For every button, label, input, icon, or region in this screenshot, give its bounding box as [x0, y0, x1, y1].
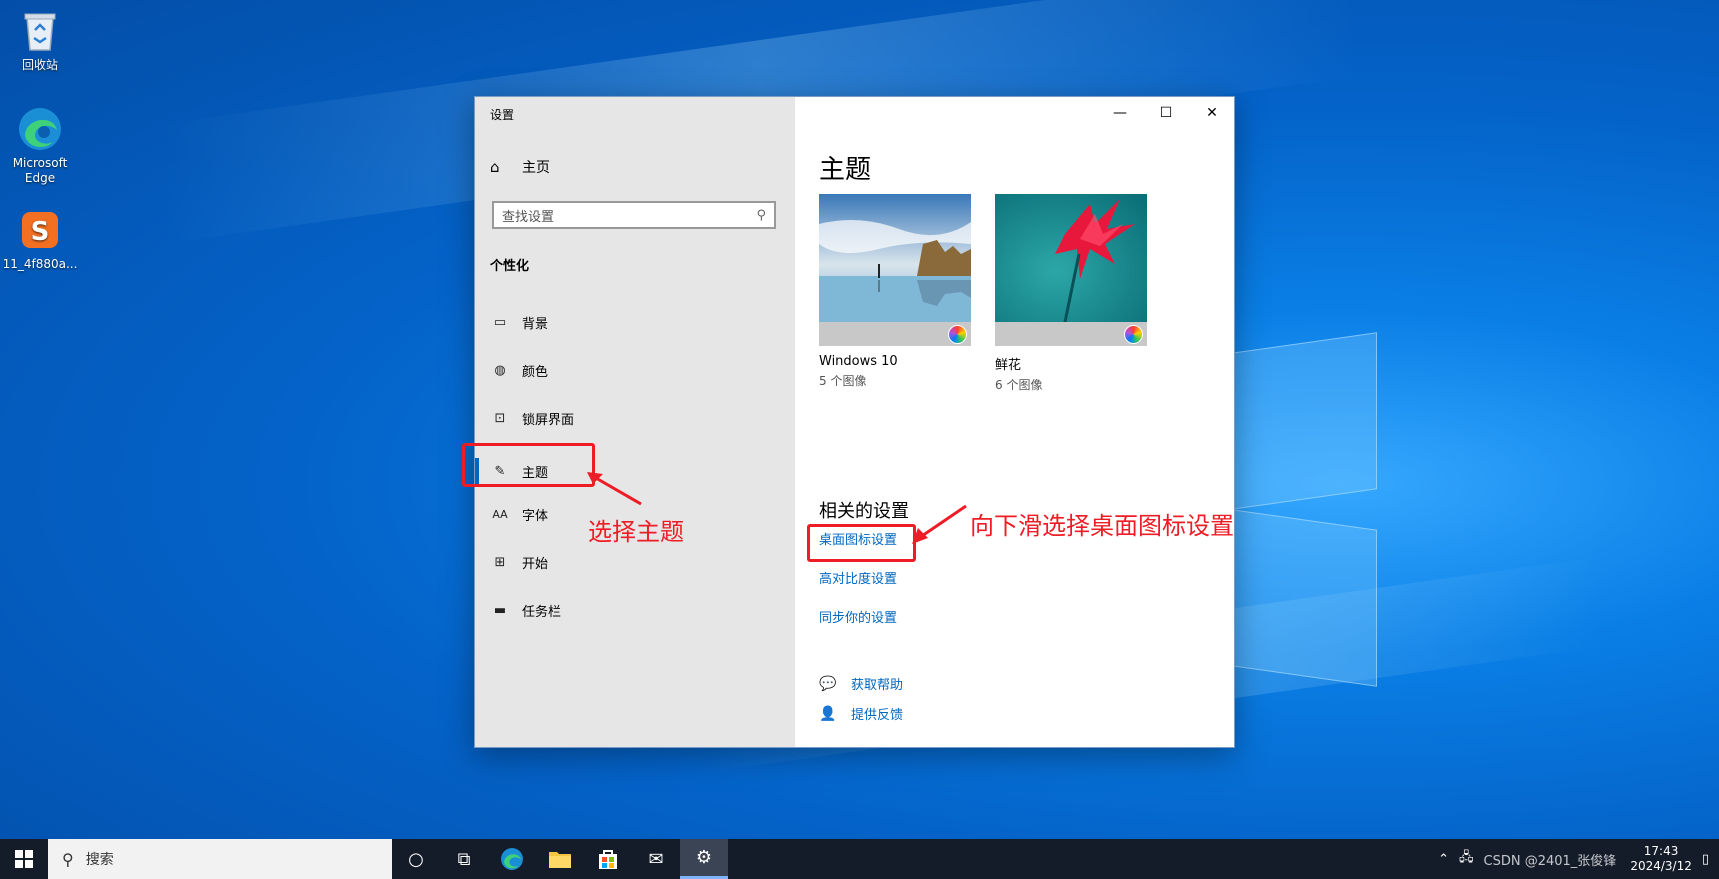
lock-screen-icon: ⊡ [494, 410, 506, 426]
related-settings-heading: 相关的设置 [819, 501, 909, 522]
svg-text:S: S [31, 217, 50, 247]
color-wheel-icon [948, 325, 967, 344]
sidebar-item-label: 字体 [522, 508, 549, 524]
taskbar: ⚲ 搜索 ○ ⧉ ✉ ⚙ ⌃ 🖧 CSDN @2401_张俊锋 17:43 20… [0, 839, 1719, 879]
theme-image-count: 6 个图像 [995, 378, 1043, 392]
window-title: 设置 [490, 108, 515, 122]
annotation-box-themes [462, 443, 595, 487]
watermark-text: CSDN @2401_张俊锋 [1483, 853, 1617, 869]
sidebar-item-label: 任务栏 [522, 604, 562, 620]
sidebar-home-label: 主页 [522, 160, 550, 176]
cortana-icon: ○ [408, 848, 424, 870]
search-placeholder: 查找设置 [502, 209, 555, 225]
clock[interactable]: 17:43 2024/3/12 [1630, 844, 1692, 874]
annotation-box-desktop-icons [807, 524, 916, 562]
theme-card-flowers[interactable]: 鲜花 6 个图像 [995, 194, 1147, 393]
theme-color-strip [819, 322, 971, 346]
mail-button[interactable]: ✉ [632, 839, 680, 879]
close-button[interactable]: ✕ [1190, 101, 1234, 125]
desktop-icon-recycle-bin[interactable]: 回收站 [0, 8, 80, 73]
theme-card-windows10[interactable]: Windows 10 5 个图像 [819, 194, 971, 389]
desktop-icon-label: 11_4f880a... [2, 257, 78, 271]
desktop-icon-edge[interactable]: Microsoft Edge [0, 106, 80, 186]
taskbar-search-label: 搜索 [85, 852, 114, 868]
desktop-icon-label: Microsoft Edge [12, 156, 68, 185]
sogou-icon: S [17, 207, 63, 253]
home-icon: ⌂ [490, 158, 500, 176]
help-icon: 💬 [819, 675, 837, 692]
store-button[interactable] [584, 839, 632, 879]
image-icon: ▭ [493, 314, 507, 330]
sidebar-item-lockscreen[interactable]: ⊡ 锁屏界面 [490, 406, 574, 430]
folder-icon [549, 852, 571, 868]
clock-date: 2024/3/12 [1630, 859, 1692, 873]
sync-settings-link[interactable]: 同步你的设置 [819, 607, 897, 626]
annotation-scroll-down: 向下滑选择桌面图标设置 [970, 512, 1234, 540]
get-help-label: 获取帮助 [851, 678, 904, 693]
theme-color-strip [995, 322, 1147, 346]
system-tray: ⌃ 🖧 CSDN @2401_张俊锋 17:43 2024/3/12 ▯ [1428, 839, 1709, 879]
settings-search-input[interactable]: 查找设置 ⚲ [492, 201, 776, 229]
settings-sidebar: 设置 ⌂ 主页 查找设置 ⚲ 个性化 ▭ 背景 ◍ 颜色 ⊡ 锁屏界面 ✎ 主题… [475, 97, 795, 747]
search-icon: ⚲ [756, 207, 766, 223]
start-button[interactable] [0, 839, 48, 879]
network-icon[interactable]: 🖧 [1459, 848, 1474, 870]
sidebar-item-label: 颜色 [522, 364, 549, 380]
task-view-button[interactable]: ⧉ [440, 839, 488, 879]
palette-icon: ◍ [494, 362, 506, 378]
sidebar-item-colors[interactable]: ◍ 颜色 [490, 358, 548, 382]
taskbar-icon: ▬ [493, 602, 507, 618]
high-contrast-settings-link[interactable]: 高对比度设置 [819, 568, 897, 587]
desktop-icon-sogou[interactable]: S 11_4f880a... [0, 207, 80, 272]
sidebar-item-label: 锁屏界面 [522, 412, 575, 428]
sidebar-item-fonts[interactable]: AA 字体 [490, 502, 548, 526]
theme-image-count: 5 个图像 [819, 374, 867, 388]
taskbar-search-box[interactable]: ⚲ 搜索 [48, 839, 392, 879]
mail-icon: ✉ [648, 848, 664, 870]
sidebar-item-start[interactable]: ⊞ 开始 [490, 550, 548, 574]
store-icon [599, 850, 617, 869]
recycle-bin-icon [17, 8, 63, 54]
task-view-icon: ⧉ [457, 848, 471, 870]
settings-window: 设置 ⌂ 主页 查找设置 ⚲ 个性化 ▭ 背景 ◍ 颜色 ⊡ 锁屏界面 ✎ 主题… [474, 96, 1235, 748]
taskbar-edge-button[interactable] [488, 839, 536, 879]
start-icon: ⊞ [494, 554, 506, 570]
section-personalization: 个性化 [490, 259, 530, 274]
edge-icon [17, 106, 63, 152]
theme-preview-image [995, 194, 1147, 322]
gear-icon: ⚙ [695, 847, 713, 868]
give-feedback-label: 提供反馈 [851, 708, 904, 723]
sidebar-item-label: 背景 [522, 316, 549, 332]
font-icon: AA [492, 507, 508, 521]
theme-name: Windows 10 [819, 354, 898, 369]
edge-icon [501, 848, 523, 870]
settings-main: — ☐ ✕ 主题 Windows 10 5 个图像 鲜花 6 个图像 相关的设置… [795, 97, 1234, 747]
page-title: 主题 [819, 155, 872, 185]
feedback-icon: 👤 [819, 705, 837, 722]
settings-taskbar-button[interactable]: ⚙ [680, 839, 728, 879]
search-icon: ⚲ [62, 849, 74, 869]
theme-preview-image [819, 194, 971, 322]
windows-logo-icon [15, 850, 33, 868]
clock-time: 17:43 [1643, 844, 1679, 858]
annotation-arrow-themes [587, 472, 642, 506]
sidebar-item-background[interactable]: ▭ 背景 [490, 310, 548, 334]
get-help-link[interactable]: 💬 获取帮助 [819, 674, 904, 694]
notification-icon[interactable]: ▯ [1702, 852, 1709, 867]
desktop-icon-label: 回收站 [21, 58, 58, 72]
minimize-button[interactable]: — [1098, 101, 1142, 125]
sidebar-home[interactable]: ⌂ 主页 [490, 157, 550, 177]
annotation-arrow-desktop-icons [912, 504, 967, 544]
chevron-up-icon[interactable]: ⌃ [1438, 852, 1449, 867]
give-feedback-link[interactable]: 👤 提供反馈 [819, 704, 904, 724]
color-wheel-icon [1124, 325, 1143, 344]
annotation-select-theme: 选择主题 [588, 518, 684, 546]
theme-name: 鲜花 [995, 358, 1022, 373]
maximize-button[interactable]: ☐ [1144, 101, 1188, 125]
file-explorer-button[interactable] [536, 839, 584, 879]
sidebar-item-taskbar[interactable]: ▬ 任务栏 [490, 598, 561, 622]
cortana-button[interactable]: ○ [392, 839, 440, 879]
sidebar-item-label: 开始 [522, 556, 549, 572]
